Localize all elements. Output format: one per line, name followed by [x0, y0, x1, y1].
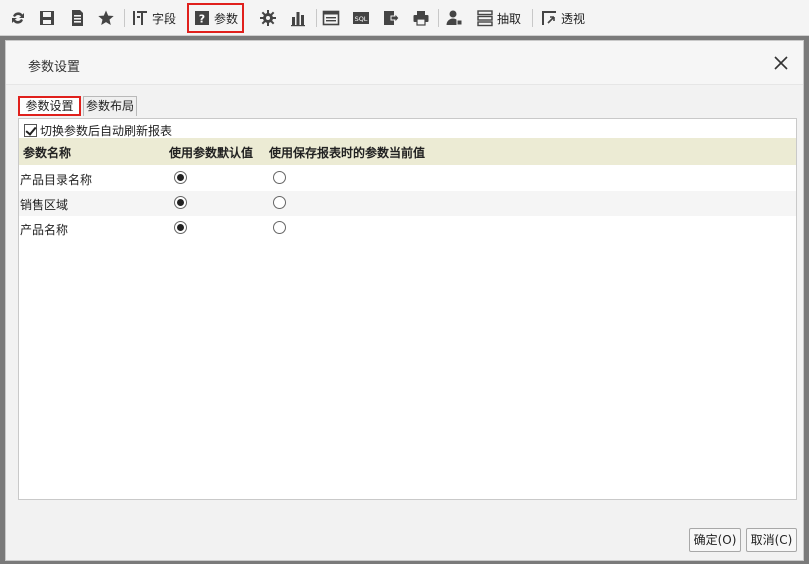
cancel-button[interactable]: 取消(C) — [746, 528, 797, 552]
saved-value-radio[interactable] — [273, 221, 286, 234]
toolbar: 字段 ? 参数 SQL 抽取 透视 — [0, 0, 809, 36]
user-icon[interactable] — [445, 6, 463, 30]
field-button[interactable]: 字段 — [131, 6, 176, 30]
default-value-radio[interactable] — [174, 196, 187, 209]
param-name: 产品目录名称 — [20, 173, 93, 187]
tab-param-settings[interactable]: 参数设置 — [18, 96, 81, 116]
auto-refresh-checkbox[interactable] — [24, 123, 37, 137]
table-row: 产品名称 — [19, 216, 796, 241]
column-header-name: 参数名称 — [23, 146, 72, 160]
bar-chart-icon[interactable] — [289, 6, 307, 30]
save-as-icon[interactable] — [68, 6, 86, 30]
save-icon[interactable] — [38, 6, 56, 30]
field-label: 字段 — [152, 11, 177, 26]
pivot-icon — [542, 11, 556, 25]
column-header-default: 使用参数默认值 — [169, 146, 254, 160]
param-label: 参数 — [214, 11, 239, 26]
column-header-saved: 使用保存报表时的参数当前值 — [269, 146, 426, 160]
table-row: 产品目录名称 — [19, 166, 796, 191]
auto-refresh-label: 切换参数后自动刷新报表 — [40, 123, 173, 138]
toolbar-separator — [316, 9, 317, 27]
sql-icon[interactable]: SQL — [352, 6, 370, 30]
saved-value-radio[interactable] — [273, 171, 286, 184]
window-icon[interactable] — [322, 6, 340, 30]
pivot-button[interactable]: 透视 — [540, 6, 585, 30]
tab-param-layout[interactable]: 参数布局 — [83, 96, 137, 116]
tab-label: 参数布局 — [85, 99, 134, 113]
extract-icon — [477, 10, 493, 27]
refresh-icon[interactable] — [9, 6, 27, 30]
auto-refresh-option[interactable]: 切换参数后自动刷新报表 — [24, 122, 172, 138]
default-value-radio[interactable] — [174, 221, 187, 234]
param-table-header: 参数名称 使用参数默认值 使用保存报表时的参数当前值 — [19, 138, 796, 165]
extract-label: 抽取 — [497, 11, 522, 26]
question-icon: ? — [195, 11, 209, 26]
close-icon[interactable] — [771, 53, 791, 73]
gear-icon[interactable] — [259, 6, 277, 30]
field-icon — [133, 11, 147, 25]
tab-label: 参数设置 — [25, 99, 74, 113]
saved-value-radio[interactable] — [273, 196, 286, 209]
extract-button[interactable]: 抽取 — [476, 6, 521, 30]
param-name: 销售区域 — [20, 198, 69, 212]
table-row: 销售区域 — [19, 191, 796, 216]
svg-text:SQL: SQL — [355, 15, 368, 23]
default-value-radio[interactable] — [174, 171, 187, 184]
dialog-header: 参数设置 — [6, 41, 803, 85]
star-icon[interactable] — [97, 6, 115, 30]
param-settings-panel: 切换参数后自动刷新报表 参数名称 使用参数默认值 使用保存报表时的参数当前值 产… — [18, 118, 797, 500]
toolbar-separator — [124, 9, 125, 27]
param-button[interactable]: ? 参数 — [187, 3, 245, 33]
param-name: 产品名称 — [20, 223, 69, 237]
svg-text:?: ? — [199, 13, 205, 26]
dialog-title: 参数设置 — [28, 60, 81, 75]
print-icon[interactable] — [412, 6, 430, 30]
param-settings-dialog: 参数设置 参数设置 参数布局 切换参数后自动刷新报表 参数名称 使用参数默认值 … — [5, 40, 804, 561]
ok-button[interactable]: 确定(O) — [689, 528, 741, 552]
pivot-label: 透视 — [561, 11, 586, 26]
export-icon[interactable] — [382, 6, 400, 30]
toolbar-separator — [438, 9, 439, 27]
toolbar-separator — [532, 9, 533, 27]
